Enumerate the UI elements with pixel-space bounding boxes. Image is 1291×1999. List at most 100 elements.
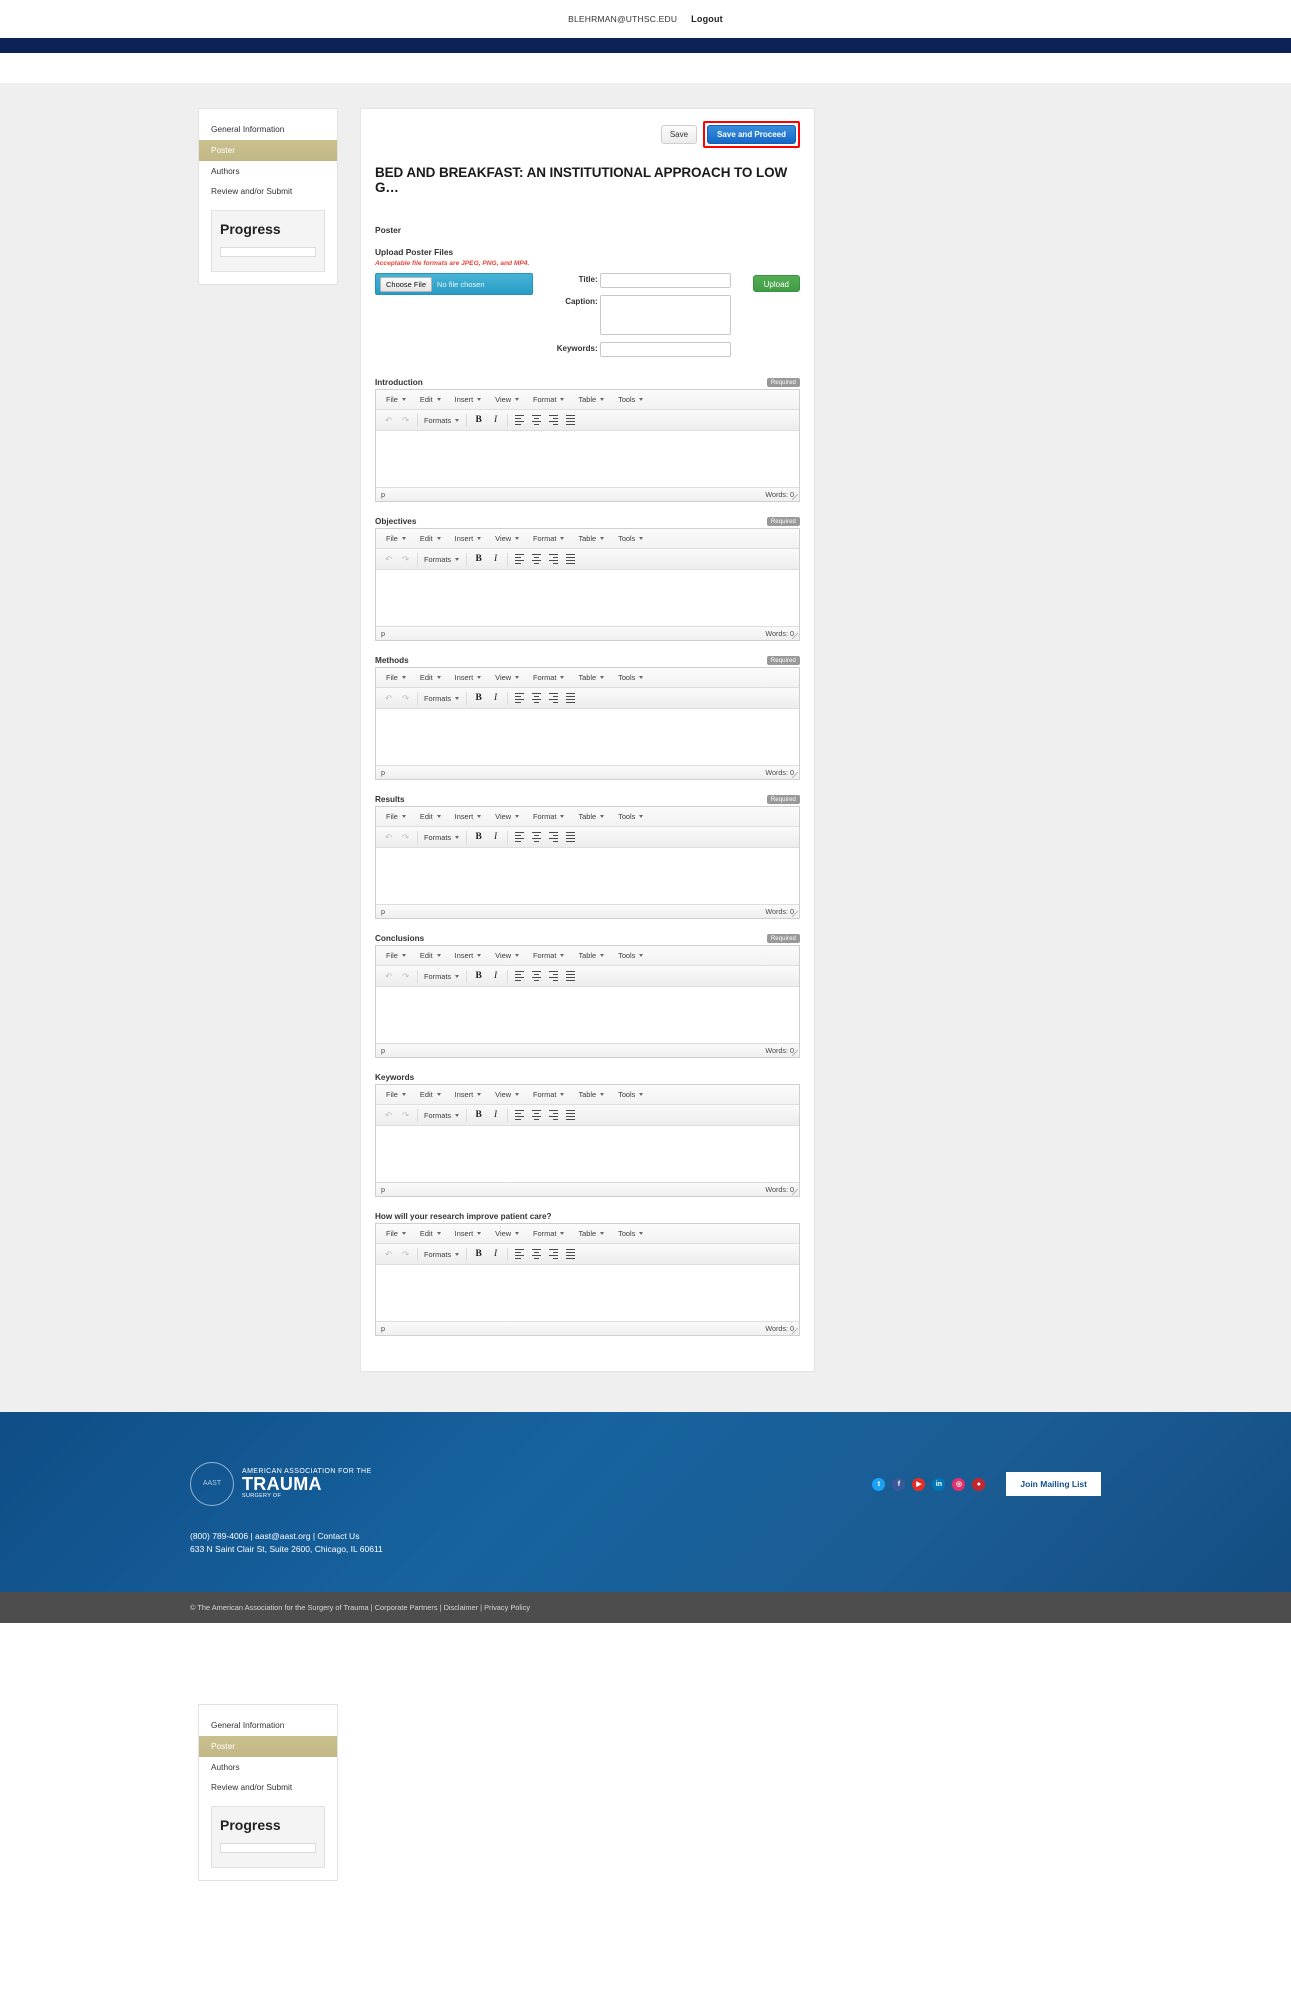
location-icon[interactable]: ● bbox=[972, 1477, 986, 1491]
redo-icon[interactable]: ↷ bbox=[397, 1107, 414, 1123]
bold-button[interactable]: B bbox=[470, 412, 487, 428]
align-left-icon[interactable] bbox=[511, 1107, 528, 1123]
join-mailing-list-button[interactable]: Join Mailing List bbox=[1006, 1472, 1101, 1496]
menu-format[interactable]: Format bbox=[527, 1087, 572, 1102]
resize-handle-icon[interactable] bbox=[792, 1050, 798, 1056]
editor-content-area[interactable] bbox=[376, 1126, 799, 1182]
menu-insert[interactable]: Insert bbox=[449, 670, 489, 685]
bold-button[interactable]: B bbox=[470, 968, 487, 984]
menu-edit[interactable]: Edit bbox=[414, 809, 449, 824]
menu-tools[interactable]: Tools bbox=[612, 948, 651, 963]
menu-format[interactable]: Format bbox=[527, 948, 572, 963]
formats-dropdown[interactable]: Formats bbox=[417, 1247, 468, 1261]
formats-dropdown[interactable]: Formats bbox=[417, 969, 468, 983]
redo-icon[interactable]: ↷ bbox=[397, 690, 414, 706]
menu-view[interactable]: View bbox=[489, 948, 527, 963]
sidebar-item-review-submit-sticky[interactable]: Review and/or Submit bbox=[199, 1777, 337, 1798]
menu-tools[interactable]: Tools bbox=[612, 392, 651, 407]
menu-edit[interactable]: Edit bbox=[414, 670, 449, 685]
align-right-icon[interactable] bbox=[545, 551, 562, 567]
align-center-icon[interactable] bbox=[528, 1107, 545, 1123]
sidebar-item-general-information-sticky[interactable]: General Information bbox=[199, 1715, 337, 1736]
sidebar-item-poster-sticky[interactable]: Poster bbox=[199, 1735, 337, 1757]
bold-button[interactable]: B bbox=[470, 1107, 487, 1123]
menu-file[interactable]: File bbox=[380, 1226, 414, 1241]
menu-view[interactable]: View bbox=[489, 392, 527, 407]
align-left-icon[interactable] bbox=[511, 968, 528, 984]
menu-tools[interactable]: Tools bbox=[612, 670, 651, 685]
formats-dropdown[interactable]: Formats bbox=[417, 830, 468, 844]
redo-icon[interactable]: ↷ bbox=[397, 412, 414, 428]
italic-button[interactable]: I bbox=[487, 968, 504, 984]
menu-table[interactable]: Table bbox=[572, 1226, 612, 1241]
editor-content-area[interactable] bbox=[376, 1265, 799, 1321]
italic-button[interactable]: I bbox=[487, 829, 504, 845]
instagram-icon[interactable]: ◎ bbox=[952, 1477, 966, 1491]
menu-view[interactable]: View bbox=[489, 1226, 527, 1241]
undo-icon[interactable]: ↶ bbox=[380, 968, 397, 984]
align-right-icon[interactable] bbox=[545, 968, 562, 984]
menu-table[interactable]: Table bbox=[572, 948, 612, 963]
align-center-icon[interactable] bbox=[528, 551, 545, 567]
align-justify-icon[interactable] bbox=[562, 551, 579, 567]
align-justify-icon[interactable] bbox=[562, 412, 579, 428]
editor-content-area[interactable] bbox=[376, 570, 799, 626]
menu-insert[interactable]: Insert bbox=[449, 948, 489, 963]
twitter-icon[interactable]: t bbox=[872, 1477, 886, 1491]
menu-format[interactable]: Format bbox=[527, 1226, 572, 1241]
undo-icon[interactable]: ↶ bbox=[380, 1107, 397, 1123]
menu-view[interactable]: View bbox=[489, 809, 527, 824]
poster-title-input[interactable] bbox=[599, 273, 731, 288]
choose-file-button[interactable]: Choose File bbox=[380, 276, 433, 292]
undo-icon[interactable]: ↶ bbox=[380, 829, 397, 845]
menu-insert[interactable]: Insert bbox=[449, 1226, 489, 1241]
resize-handle-icon[interactable] bbox=[792, 772, 798, 778]
menu-tools[interactable]: Tools bbox=[612, 531, 651, 546]
redo-icon[interactable]: ↷ bbox=[397, 1246, 414, 1262]
bold-button[interactable]: B bbox=[470, 829, 487, 845]
menu-insert[interactable]: Insert bbox=[449, 809, 489, 824]
resize-handle-icon[interactable] bbox=[792, 494, 798, 500]
resize-handle-icon[interactable] bbox=[792, 1328, 798, 1334]
menu-file[interactable]: File bbox=[380, 1087, 414, 1102]
undo-icon[interactable]: ↶ bbox=[380, 1246, 397, 1262]
align-justify-icon[interactable] bbox=[562, 1246, 579, 1262]
align-left-icon[interactable] bbox=[511, 412, 528, 428]
menu-table[interactable]: Table bbox=[572, 392, 612, 407]
menu-insert[interactable]: Insert bbox=[449, 531, 489, 546]
formats-dropdown[interactable]: Formats bbox=[417, 691, 468, 705]
italic-button[interactable]: I bbox=[487, 1107, 504, 1123]
menu-table[interactable]: Table bbox=[572, 670, 612, 685]
save-button[interactable]: Save bbox=[660, 124, 698, 144]
formats-dropdown[interactable]: Formats bbox=[417, 1108, 468, 1122]
menu-edit[interactable]: Edit bbox=[414, 948, 449, 963]
align-right-icon[interactable] bbox=[545, 1107, 562, 1123]
menu-view[interactable]: View bbox=[489, 670, 527, 685]
align-center-icon[interactable] bbox=[528, 690, 545, 706]
align-center-icon[interactable] bbox=[528, 829, 545, 845]
menu-insert[interactable]: Insert bbox=[449, 392, 489, 407]
align-left-icon[interactable] bbox=[511, 1246, 528, 1262]
sidebar-item-poster[interactable]: Poster bbox=[199, 139, 337, 161]
menu-table[interactable]: Table bbox=[572, 809, 612, 824]
logout-link[interactable]: Logout bbox=[691, 14, 723, 24]
resize-handle-icon[interactable] bbox=[792, 633, 798, 639]
editor-content-area[interactable] bbox=[376, 848, 799, 904]
italic-button[interactable]: I bbox=[487, 551, 504, 567]
align-right-icon[interactable] bbox=[545, 412, 562, 428]
poster-caption-textarea[interactable] bbox=[599, 295, 731, 335]
menu-view[interactable]: View bbox=[489, 531, 527, 546]
menu-format[interactable]: Format bbox=[527, 392, 572, 407]
redo-icon[interactable]: ↷ bbox=[397, 829, 414, 845]
linkedin-icon[interactable]: in bbox=[932, 1477, 946, 1491]
sidebar-item-authors[interactable]: Authors bbox=[199, 161, 337, 182]
redo-icon[interactable]: ↷ bbox=[397, 968, 414, 984]
undo-icon[interactable]: ↶ bbox=[380, 551, 397, 567]
menu-edit[interactable]: Edit bbox=[414, 1087, 449, 1102]
save-and-proceed-button[interactable]: Save and Proceed bbox=[707, 124, 796, 144]
sidebar-item-general-information[interactable]: General Information bbox=[199, 119, 337, 140]
align-center-icon[interactable] bbox=[528, 1246, 545, 1262]
upload-button[interactable]: Upload bbox=[752, 275, 800, 292]
editor-content-area[interactable] bbox=[376, 709, 799, 765]
menu-edit[interactable]: Edit bbox=[414, 1226, 449, 1241]
